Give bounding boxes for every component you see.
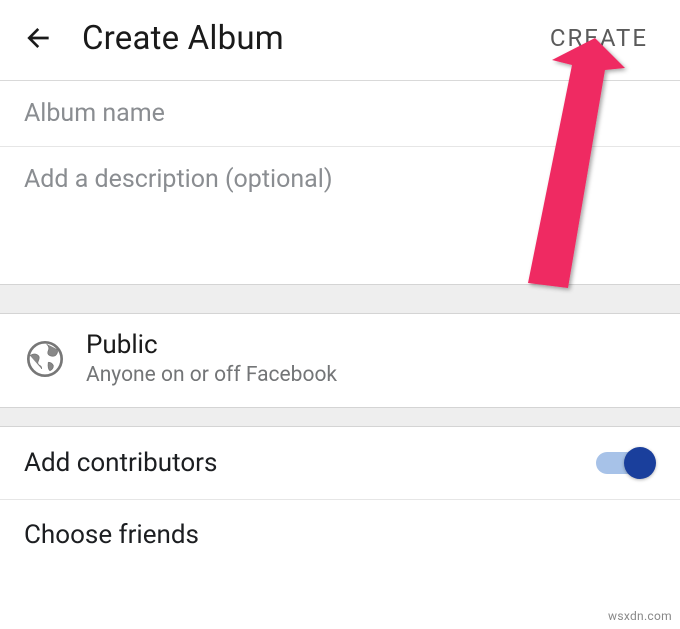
section-gap [0, 407, 680, 427]
description-section: Add a description (optional) [0, 147, 680, 284]
album-name-field[interactable]: Album name [0, 81, 680, 146]
back-button[interactable] [22, 18, 62, 58]
add-contributors-row[interactable]: Add contributors [0, 427, 680, 499]
create-button[interactable]: CREATE [546, 18, 652, 58]
globe-icon [24, 338, 66, 380]
privacy-text: Public Anyone on or off Facebook [86, 330, 337, 387]
description-field[interactable]: Add a description (optional) [0, 147, 680, 284]
choose-friends-label: Choose friends [24, 520, 199, 550]
app-header: Create Album CREATE [0, 0, 680, 80]
page-title: Create Album [82, 19, 546, 58]
watermark: wsxdn.com [608, 609, 672, 623]
add-contributors-label: Add contributors [24, 448, 217, 478]
toggle-thumb [624, 447, 656, 479]
choose-friends-row[interactable]: Choose friends [0, 500, 680, 570]
back-arrow-icon [22, 22, 54, 54]
privacy-subtitle: Anyone on or off Facebook [86, 363, 337, 387]
album-name-section: Album name [0, 81, 680, 146]
privacy-row[interactable]: Public Anyone on or off Facebook [0, 314, 680, 407]
contributors-toggle[interactable] [596, 447, 656, 479]
privacy-title: Public [86, 330, 337, 361]
section-gap [0, 284, 680, 314]
